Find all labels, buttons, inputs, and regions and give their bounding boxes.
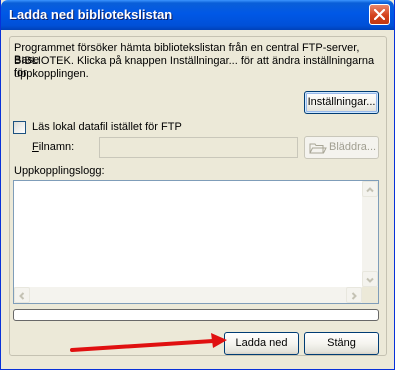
filename-input[interactable]	[99, 137, 298, 158]
log-textarea[interactable]	[13, 180, 379, 304]
scroll-left-button[interactable]	[14, 287, 30, 303]
filename-label: Filnamn:	[32, 141, 75, 153]
log-horizontal-scrollbar[interactable]	[14, 287, 362, 303]
scroll-right-button[interactable]	[346, 287, 362, 303]
chevron-down-icon	[366, 277, 374, 283]
log-label: Uppkopplingslogg:	[14, 165, 105, 177]
browse-button-label: Bläddra...	[329, 141, 377, 153]
chevron-left-icon	[19, 292, 25, 300]
close-button[interactable]: Stäng	[304, 332, 379, 355]
main-group-box: Programmet försöker hämta bibliotekslist…	[9, 36, 387, 356]
local-file-checkbox[interactable]	[13, 121, 26, 134]
title-bar[interactable]: Ladda ned bibliotekslistan	[1, 0, 394, 30]
chevron-right-icon	[351, 292, 357, 300]
scroll-up-button[interactable]	[362, 181, 378, 197]
filename-label-rest: ilnamn:	[38, 141, 75, 153]
dialog-body: Programmet försöker hämta bibliotekslist…	[6, 30, 390, 365]
folder-open-icon	[309, 143, 327, 154]
progress-bar	[13, 309, 379, 321]
settings-button[interactable]: Inställningar...	[304, 91, 379, 114]
chevron-up-icon	[366, 187, 374, 193]
close-window-button[interactable]	[369, 4, 390, 25]
close-icon	[374, 9, 385, 20]
local-file-checkbox-label: Läs lokal datafil istället för FTP	[32, 121, 182, 133]
download-button[interactable]: Ladda ned	[224, 332, 299, 355]
scroll-down-button[interactable]	[362, 271, 378, 287]
window-title: Ladda ned bibliotekslistan	[9, 7, 173, 22]
browse-button[interactable]: Bläddra...	[304, 136, 379, 159]
info-text-line-3: uppkopplingen.	[14, 68, 89, 80]
log-vertical-scrollbar[interactable]	[362, 181, 378, 287]
dialog-window: Ladda ned bibliotekslistan Programmet fö…	[0, 0, 395, 370]
scrollbar-corner	[362, 287, 378, 303]
